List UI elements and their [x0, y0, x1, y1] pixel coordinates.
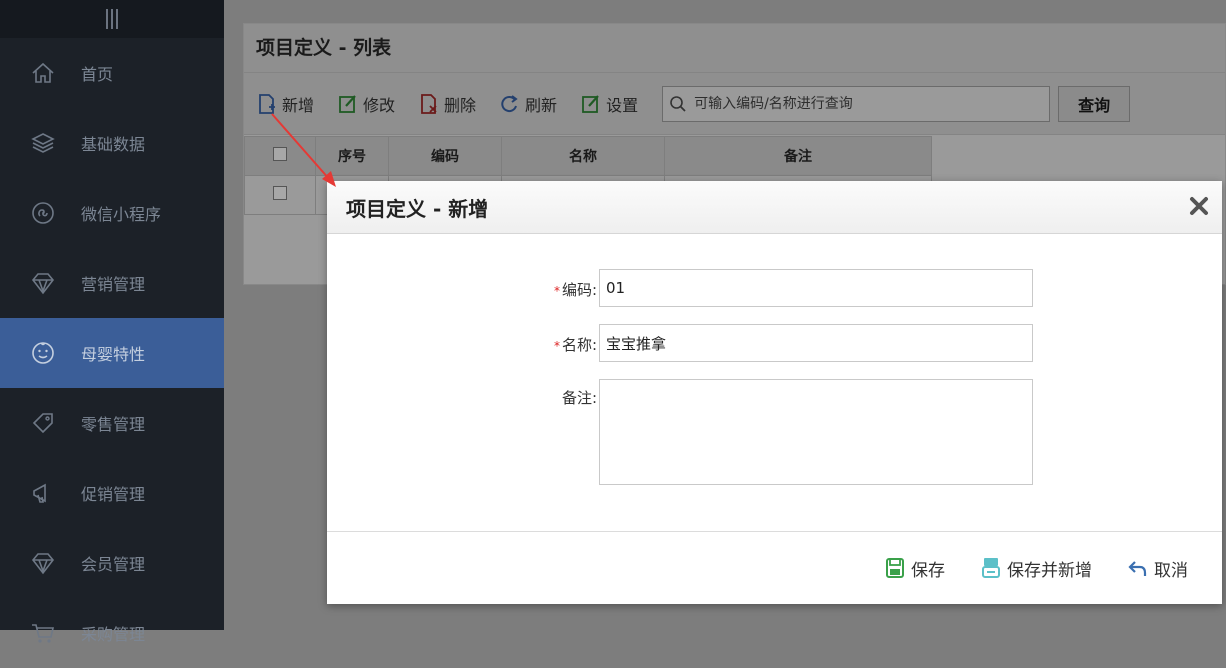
sidebar-item-wechat-mini[interactable]: 微信小程序 — [0, 178, 224, 248]
save-button[interactable]: 保存 — [885, 556, 945, 581]
col-header[interactable]: 名称 — [501, 136, 665, 176]
name-label: * 名称: — [553, 336, 597, 354]
query-button[interactable]: 查询 — [1058, 85, 1131, 122]
sidebar-item-label: 促销管理 — [81, 485, 146, 504]
row-select-cell — [244, 175, 316, 215]
save-icon — [886, 558, 904, 578]
table-header-row: 序号 编码 名称 备注 — [244, 136, 932, 176]
save-and-new-button[interactable]: 保存并新增 — [981, 556, 1092, 581]
remark-label: 备注: — [561, 389, 597, 407]
sidebar-item-label: 营销管理 — [81, 275, 146, 294]
required-mark: * — [553, 284, 560, 298]
code-field[interactable] — [599, 269, 1033, 307]
diamond-icon — [30, 550, 56, 576]
save-new-icon — [982, 558, 1000, 578]
cart-icon — [30, 620, 56, 646]
cancel-label: 取消 — [1154, 560, 1188, 581]
cancel-button[interactable]: 取消 — [1128, 556, 1188, 581]
select-all-cell — [244, 136, 316, 176]
remark-field[interactable] — [599, 379, 1033, 485]
close-icon[interactable] — [1188, 195, 1210, 217]
sidebar: 首页 基础数据 微信小程序 营销管理 母婴特性 零售管理 促销管理 会员管理 采… — [0, 0, 224, 644]
col-header[interactable]: 备注 — [664, 136, 932, 176]
delete-button[interactable]: 删除 — [419, 92, 476, 116]
save-label: 保存 — [911, 560, 945, 581]
sidebar-toggle[interactable] — [0, 0, 224, 38]
sidebar-item-label: 首页 — [81, 65, 114, 84]
search-box — [662, 85, 1051, 122]
edit-label: 修改 — [363, 95, 396, 115]
sidebar-item-base-data[interactable]: 基础数据 — [0, 108, 224, 178]
sidebar-item-label: 零售管理 — [81, 415, 146, 434]
undo-icon — [1128, 561, 1147, 576]
search-input[interactable] — [692, 94, 1037, 113]
dialog-footer: 保存 保存并新增 取消 — [327, 531, 1222, 604]
sidebar-item-purchase[interactable]: 采购管理 — [0, 598, 224, 668]
list-title: 项目定义 - 列表 — [244, 24, 1225, 73]
megaphone-icon — [30, 480, 56, 506]
add-button[interactable]: 新增 — [257, 92, 314, 116]
add-dialog: 项目定义 - 新增 *编码: *名称: 备注: 保存 保存并新增 取消 — [327, 181, 1222, 604]
settings-edit-icon — [582, 94, 599, 113]
home-icon — [30, 60, 56, 86]
sidebar-item-label: 会员管理 — [81, 555, 146, 574]
sidebar-item-maternal[interactable]: 母婴特性 — [0, 318, 224, 388]
settings-label: 设置 — [606, 95, 639, 115]
remark-row: 备注: — [527, 379, 1033, 485]
col-header[interactable]: 编码 — [388, 136, 502, 176]
save-and-new-label: 保存并新增 — [1007, 560, 1092, 581]
select-all-checkbox[interactable] — [273, 147, 287, 161]
sidebar-item-label: 采购管理 — [81, 625, 146, 644]
list-toolbar: 新增 修改 删除 刷新 设置 查询 — [244, 73, 1225, 135]
refresh-icon — [501, 94, 518, 112]
settings-button[interactable]: 设置 — [581, 92, 638, 116]
sidebar-item-label: 母婴特性 — [81, 345, 146, 364]
row-checkbox[interactable] — [273, 186, 287, 200]
sidebar-item-label: 微信小程序 — [81, 205, 162, 224]
sidebar-item-home[interactable]: 首页 — [0, 38, 224, 108]
col-header[interactable]: 序号 — [315, 136, 389, 176]
sidebar-item-label: 基础数据 — [81, 135, 146, 154]
required-mark: * — [553, 339, 560, 353]
refresh-label: 刷新 — [525, 95, 558, 115]
layers-icon — [30, 130, 56, 156]
code-row: * 编码: — [527, 269, 1033, 307]
code-label: * 编码: — [553, 281, 597, 299]
search-icon — [670, 95, 686, 112]
refresh-button[interactable]: 刷新 — [500, 92, 557, 116]
tag-icon — [30, 410, 56, 436]
diamond-icon — [30, 270, 56, 296]
edit-button[interactable]: 修改 — [338, 92, 395, 116]
delete-doc-icon — [421, 93, 437, 114]
dialog-title: 项目定义 - 新增 — [346, 196, 489, 221]
name-row: * 名称: — [527, 324, 1033, 362]
wechat-icon — [30, 200, 56, 226]
add-doc-icon — [259, 93, 275, 114]
delete-label: 删除 — [444, 95, 477, 115]
sidebar-item-member[interactable]: 会员管理 — [0, 528, 224, 598]
sidebar-item-marketing[interactable]: 营销管理 — [0, 248, 224, 318]
sidebar-item-promotion[interactable]: 促销管理 — [0, 458, 224, 528]
baby-face-icon — [30, 340, 56, 366]
name-field[interactable] — [599, 324, 1033, 362]
add-label: 新增 — [282, 95, 315, 115]
sidebar-item-retail[interactable]: 零售管理 — [0, 388, 224, 458]
dialog-header: 项目定义 - 新增 — [327, 181, 1222, 234]
edit-icon — [339, 94, 356, 113]
